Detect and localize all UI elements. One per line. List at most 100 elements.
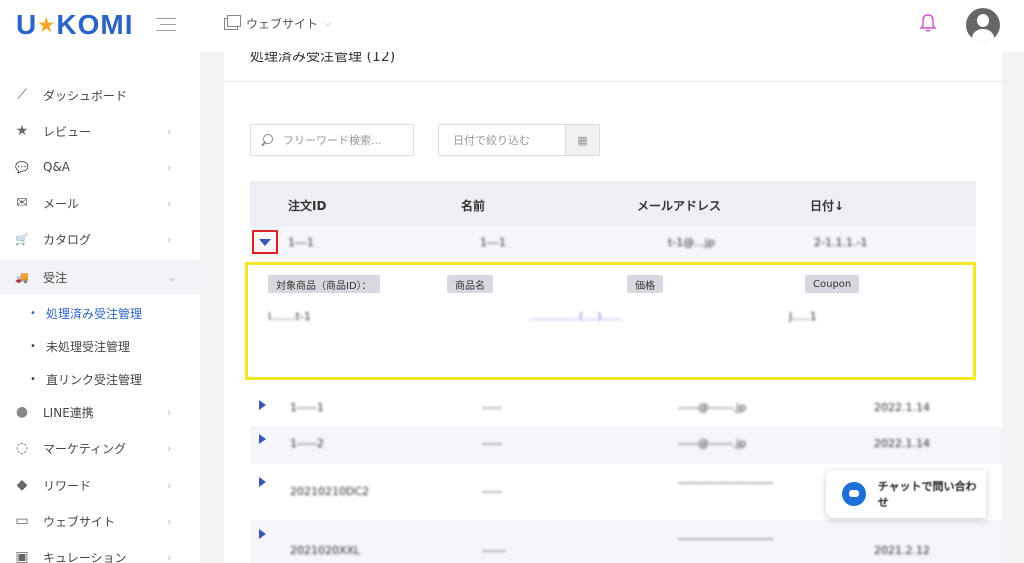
subitem-label: 処理済み受注管理 <box>46 306 143 321</box>
sidebar-subitem-unprocessed-orders[interactable]: • 未処理受注管理 <box>0 331 200 361</box>
cell-email: -----@------.jp <box>678 401 747 414</box>
search-icon <box>261 134 273 146</box>
cell-order-id: 2021020XXL <box>290 544 361 557</box>
sidebar-item-qa[interactable]: 💬 Q&A › <box>0 150 200 184</box>
logo-text-left: U <box>16 9 38 40</box>
cart-icon: 🛒 <box>15 232 29 246</box>
cell-order-id: 1---1 <box>288 236 314 249</box>
expand-toggle-icon[interactable] <box>259 400 266 410</box>
chevron-right-icon: › <box>167 478 172 492</box>
table-row[interactable]: 2021020XXL ------ ----------------------… <box>250 520 1002 563</box>
sidebar: ⟋ ダッシュボード ★ レビュー › 💬 Q&A › ✉ メール › 🛒 カタロ… <box>0 52 200 563</box>
column-name[interactable]: 名前 <box>461 197 485 214</box>
envelope-icon: ✉ <box>16 195 28 211</box>
date-filter-placeholder: 日付で絞り込む <box>453 134 530 147</box>
chevron-right-icon: › <box>167 196 172 210</box>
chat-bubbles-icon: 💬 <box>15 160 29 174</box>
cell-name: ----- <box>482 485 502 498</box>
chevron-down-icon: ⌵ <box>324 18 332 29</box>
detail-price: J.....1 <box>789 310 817 323</box>
sidebar-subitem-direct-link-orders[interactable]: • 直リンク受注管理 <box>0 364 200 394</box>
sidebar-item-orders[interactable]: 🚚 受注 ⌄ <box>0 260 200 294</box>
sidebar-item-marketing[interactable]: ◌ マーケティング › <box>0 431 200 465</box>
logo-star-icon: ★ <box>38 14 56 35</box>
order-detail-panel: 対象商品（商品ID）： 商品名 価格 Coupon l.......t-1 ..… <box>245 262 976 380</box>
sidebar-item-website[interactable]: ▭ ウェブサイト › <box>0 504 200 538</box>
column-date[interactable]: 日付↓ <box>810 197 844 214</box>
chevron-right-icon: › <box>167 405 172 419</box>
sidebar-item-catalog[interactable]: 🛒 カタログ › <box>0 222 200 256</box>
user-avatar[interactable] <box>966 8 1000 42</box>
bullet: • <box>30 307 36 319</box>
tag-price: 価格 <box>627 275 663 293</box>
sidebar-subitem-processed-orders[interactable]: • 処理済み受注管理 <box>0 298 200 328</box>
table-row[interactable]: 1-----1 ----- -----@------.jp 2022.1.14 <box>250 390 1002 424</box>
page-title: 処理済み受注管理 (12) <box>250 52 396 65</box>
cell-name: 1---1 <box>480 236 506 249</box>
menu-toggle-icon[interactable] <box>156 18 176 32</box>
top-bar: U ★ KOMI ウェブサイト ⌵ <box>0 0 1024 52</box>
sidebar-item-mail[interactable]: ✉ メール › <box>0 186 200 220</box>
site-selector[interactable]: ウェブサイト ⌵ <box>224 14 332 32</box>
collapse-toggle-icon[interactable] <box>252 230 278 254</box>
sidebar-item-line[interactable]: ● LINE連携 › <box>0 395 200 429</box>
cell-name: ------ <box>482 544 506 557</box>
sidebar-item-reward[interactable]: ◆ リワード › <box>0 468 200 502</box>
site-selector-label: ウェブサイト <box>246 17 319 31</box>
cell-email: ------------------------ <box>678 476 774 489</box>
detail-product-name[interactable]: ..............(....)...... <box>530 310 623 323</box>
window-icon <box>224 14 241 30</box>
expand-toggle-icon[interactable] <box>259 477 266 487</box>
logo-text-right: KOMI <box>56 9 134 40</box>
tag-coupon: Coupon <box>805 275 860 293</box>
star-icon: ★ <box>15 123 29 139</box>
chevron-right-icon: › <box>167 550 172 563</box>
cell-date: 2022.1.14 <box>874 401 930 414</box>
expand-toggle-icon[interactable] <box>259 434 266 444</box>
cell-date: 2-1.1.1.-1 <box>814 236 868 249</box>
cell-email: t-1@...jp <box>668 236 715 249</box>
chevron-down-icon: ⌄ <box>167 270 177 284</box>
column-order-id[interactable]: 注文ID <box>288 197 326 214</box>
sidebar-item-dashboard[interactable]: ⟋ ダッシュボード <box>0 78 200 112</box>
cell-order-id: 20210210DC2 <box>290 485 370 498</box>
chevron-right-icon: › <box>167 514 172 528</box>
calendar-icon[interactable]: ▦ <box>565 125 599 155</box>
chat-widget-button[interactable]: チャットで問い合わせ <box>826 470 986 518</box>
cell-order-id: 1-----2 <box>290 437 324 450</box>
cell-date: 2021.2.12 <box>874 544 930 557</box>
subitem-label: 未処理受注管理 <box>46 339 131 354</box>
bell-icon[interactable] <box>920 13 936 33</box>
expand-toggle-icon[interactable] <box>259 529 266 539</box>
marketing-icon: ◌ <box>15 440 29 456</box>
sidebar-item-curation[interactable]: ▣ キュレーション › <box>0 540 200 563</box>
cell-date: 2022.1.14 <box>874 437 930 450</box>
cell-email: -----@------.jp <box>678 437 747 450</box>
search-placeholder: フリーワード検索... <box>283 134 382 147</box>
chat-label: チャットで問い合わせ <box>877 480 977 509</box>
tag-icon: ◆ <box>16 477 28 493</box>
chart-icon: ⟋ <box>17 87 27 103</box>
table-row[interactable]: 1-----2 ----- -----@------.jp 2022.1.14 <box>250 426 1002 464</box>
table-row-expanded[interactable]: 1---1 1---1 t-1@...jp 2-1.1.1.-1 <box>250 227 976 259</box>
cell-order-id: 1-----1 <box>290 401 324 414</box>
chevron-right-icon: › <box>167 124 172 138</box>
search-input[interactable]: フリーワード検索... <box>250 124 414 156</box>
subitem-label: 直リンク受注管理 <box>46 372 143 387</box>
chat-icon <box>842 482 866 506</box>
bullet: • <box>30 340 36 352</box>
cell-name: ----- <box>482 401 502 414</box>
chevron-right-icon: › <box>167 232 172 246</box>
tag-product-name: 商品名 <box>447 275 493 293</box>
logo[interactable]: U ★ KOMI <box>16 9 133 41</box>
chevron-right-icon: › <box>167 160 172 174</box>
column-email[interactable]: メールアドレス <box>637 197 721 214</box>
bullet: • <box>30 373 36 385</box>
cell-email: ------------------------ <box>678 532 774 545</box>
date-filter-input[interactable]: 日付で絞り込む ▦ <box>438 124 600 156</box>
tag-product-id: 対象商品（商品ID）： <box>268 275 380 293</box>
table-header: 注文ID 名前 メールアドレス 日付↓ <box>250 181 976 227</box>
window-icon: ▭ <box>15 513 29 529</box>
line-icon: ● <box>15 404 29 420</box>
sidebar-item-review[interactable]: ★ レビュー › <box>0 114 200 148</box>
